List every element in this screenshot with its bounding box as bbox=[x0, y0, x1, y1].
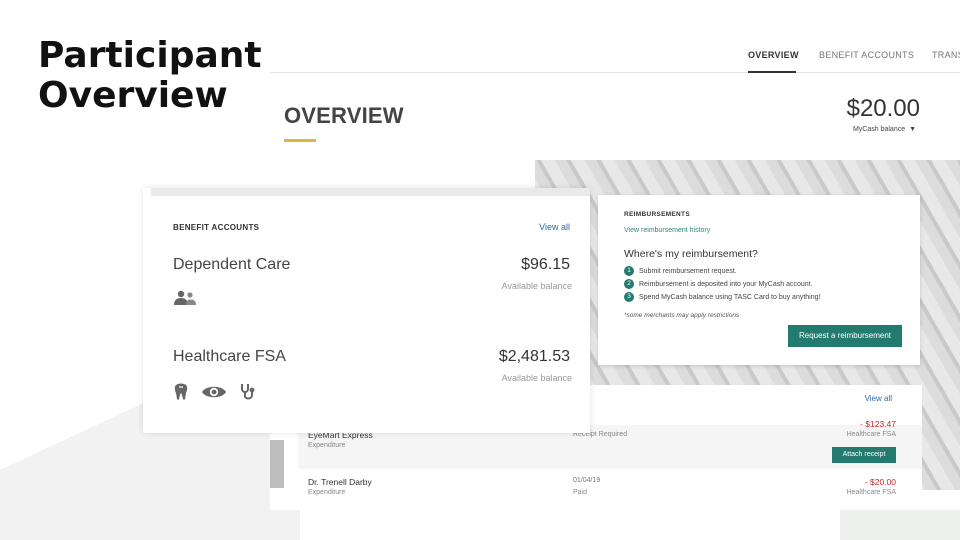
tab-transactions[interactable]: TRANS bbox=[932, 50, 960, 60]
slide: Participant Overview OVERVIEW BENEFIT AC… bbox=[0, 0, 960, 540]
page-header: OVERVIEW $20.00 MyCash balance ▼ bbox=[270, 73, 960, 165]
page-title: OVERVIEW bbox=[284, 103, 404, 128]
step-number: 2 bbox=[624, 279, 634, 289]
reimbursement-step: 1 Submit reimbursement request. bbox=[624, 266, 737, 276]
mycash-balance-dropdown[interactable]: MyCash balance ▼ bbox=[853, 126, 916, 133]
top-navigation: OVERVIEW BENEFIT ACCOUNTS TRANS bbox=[270, 40, 960, 73]
step-number: 1 bbox=[624, 266, 634, 276]
eye-icon bbox=[202, 386, 226, 398]
transactions-view-all-link[interactable]: View all bbox=[865, 394, 892, 403]
request-reimbursement-button[interactable]: Request a reimbursement bbox=[788, 325, 902, 347]
reimbursements-card: REIMBURSEMENTS View reimbursement histor… bbox=[598, 195, 920, 365]
transaction-merchant: Dr. Trenell Darby bbox=[308, 477, 372, 487]
reimbursements-heading: REIMBURSEMENTS bbox=[624, 211, 690, 218]
account-balance-dependent-care: $96.15 bbox=[521, 256, 570, 273]
step-text: Reimbursement is deposited into your MyC… bbox=[639, 280, 813, 288]
chevron-down-icon: ▼ bbox=[909, 126, 916, 133]
step-number: 3 bbox=[624, 292, 634, 302]
transaction-date: 01/04/19 bbox=[573, 477, 601, 484]
step-text: Submit reimbursement request. bbox=[639, 267, 737, 275]
slide-title: Participant Overview bbox=[38, 36, 262, 116]
reimbursement-history-link[interactable]: View reimbursement history bbox=[624, 227, 710, 234]
slide-title-line: Participant bbox=[38, 35, 262, 76]
slide-title-line: Overview bbox=[38, 75, 228, 116]
dependent-care-icons bbox=[173, 290, 197, 306]
restrictions-note: *some merchants may apply restrictions bbox=[624, 312, 740, 319]
mycash-balance-label: MyCash balance bbox=[852, 126, 906, 133]
transaction-amount: - $123.47 bbox=[860, 419, 896, 429]
account-name-healthcare-fsa[interactable]: Healthcare FSA bbox=[173, 348, 286, 366]
reimbursement-question: Where's my reimbursement? bbox=[624, 248, 758, 260]
tab-overview[interactable]: OVERVIEW bbox=[748, 50, 799, 60]
account-balance-healthcare-fsa: $2,481.53 bbox=[498, 348, 570, 365]
title-underline bbox=[284, 139, 316, 142]
transaction-amount: - $20.00 bbox=[864, 477, 896, 487]
transaction-type: Expenditure bbox=[308, 489, 346, 496]
benefit-accounts-heading: BENEFIT ACCOUNTS bbox=[173, 223, 260, 232]
mycash-balance-amount: $20.00 bbox=[846, 95, 920, 122]
healthcare-fsa-icons bbox=[173, 383, 257, 401]
hero-image-edge bbox=[270, 440, 284, 488]
tab-benefit-accounts[interactable]: BENEFIT ACCOUNTS bbox=[819, 50, 914, 60]
stethoscope-icon bbox=[241, 384, 255, 400]
transaction-account: Healthcare FSA bbox=[846, 489, 896, 496]
available-balance-label: Available balance bbox=[501, 373, 572, 383]
transaction-row[interactable]: Dr. Trenell Darby Expenditure 01/04/19 P… bbox=[298, 472, 922, 510]
reimbursement-step: 2 Reimbursement is deposited into your My… bbox=[624, 279, 813, 289]
step-text: Spend MyCash balance using TASC Card to … bbox=[639, 293, 821, 301]
reimbursement-step: 3 Spend MyCash balance using TASC Card to… bbox=[624, 292, 820, 302]
card-top-strip bbox=[151, 188, 590, 196]
attach-receipt-button[interactable]: Attach receipt bbox=[832, 447, 896, 463]
people-icon bbox=[174, 290, 196, 305]
benefit-accounts-card: BENEFIT ACCOUNTS View all Dependent Care… bbox=[143, 188, 590, 433]
benefit-accounts-view-all-link[interactable]: View all bbox=[539, 222, 570, 232]
tooth-icon bbox=[174, 383, 188, 400]
account-name-dependent-care[interactable]: Dependent Care bbox=[173, 256, 290, 274]
transaction-account: Healthcare FSA bbox=[846, 431, 896, 438]
available-balance-label: Available balance bbox=[501, 281, 572, 291]
transaction-status: Paid bbox=[573, 489, 588, 496]
transaction-type: Expenditure bbox=[308, 442, 346, 449]
